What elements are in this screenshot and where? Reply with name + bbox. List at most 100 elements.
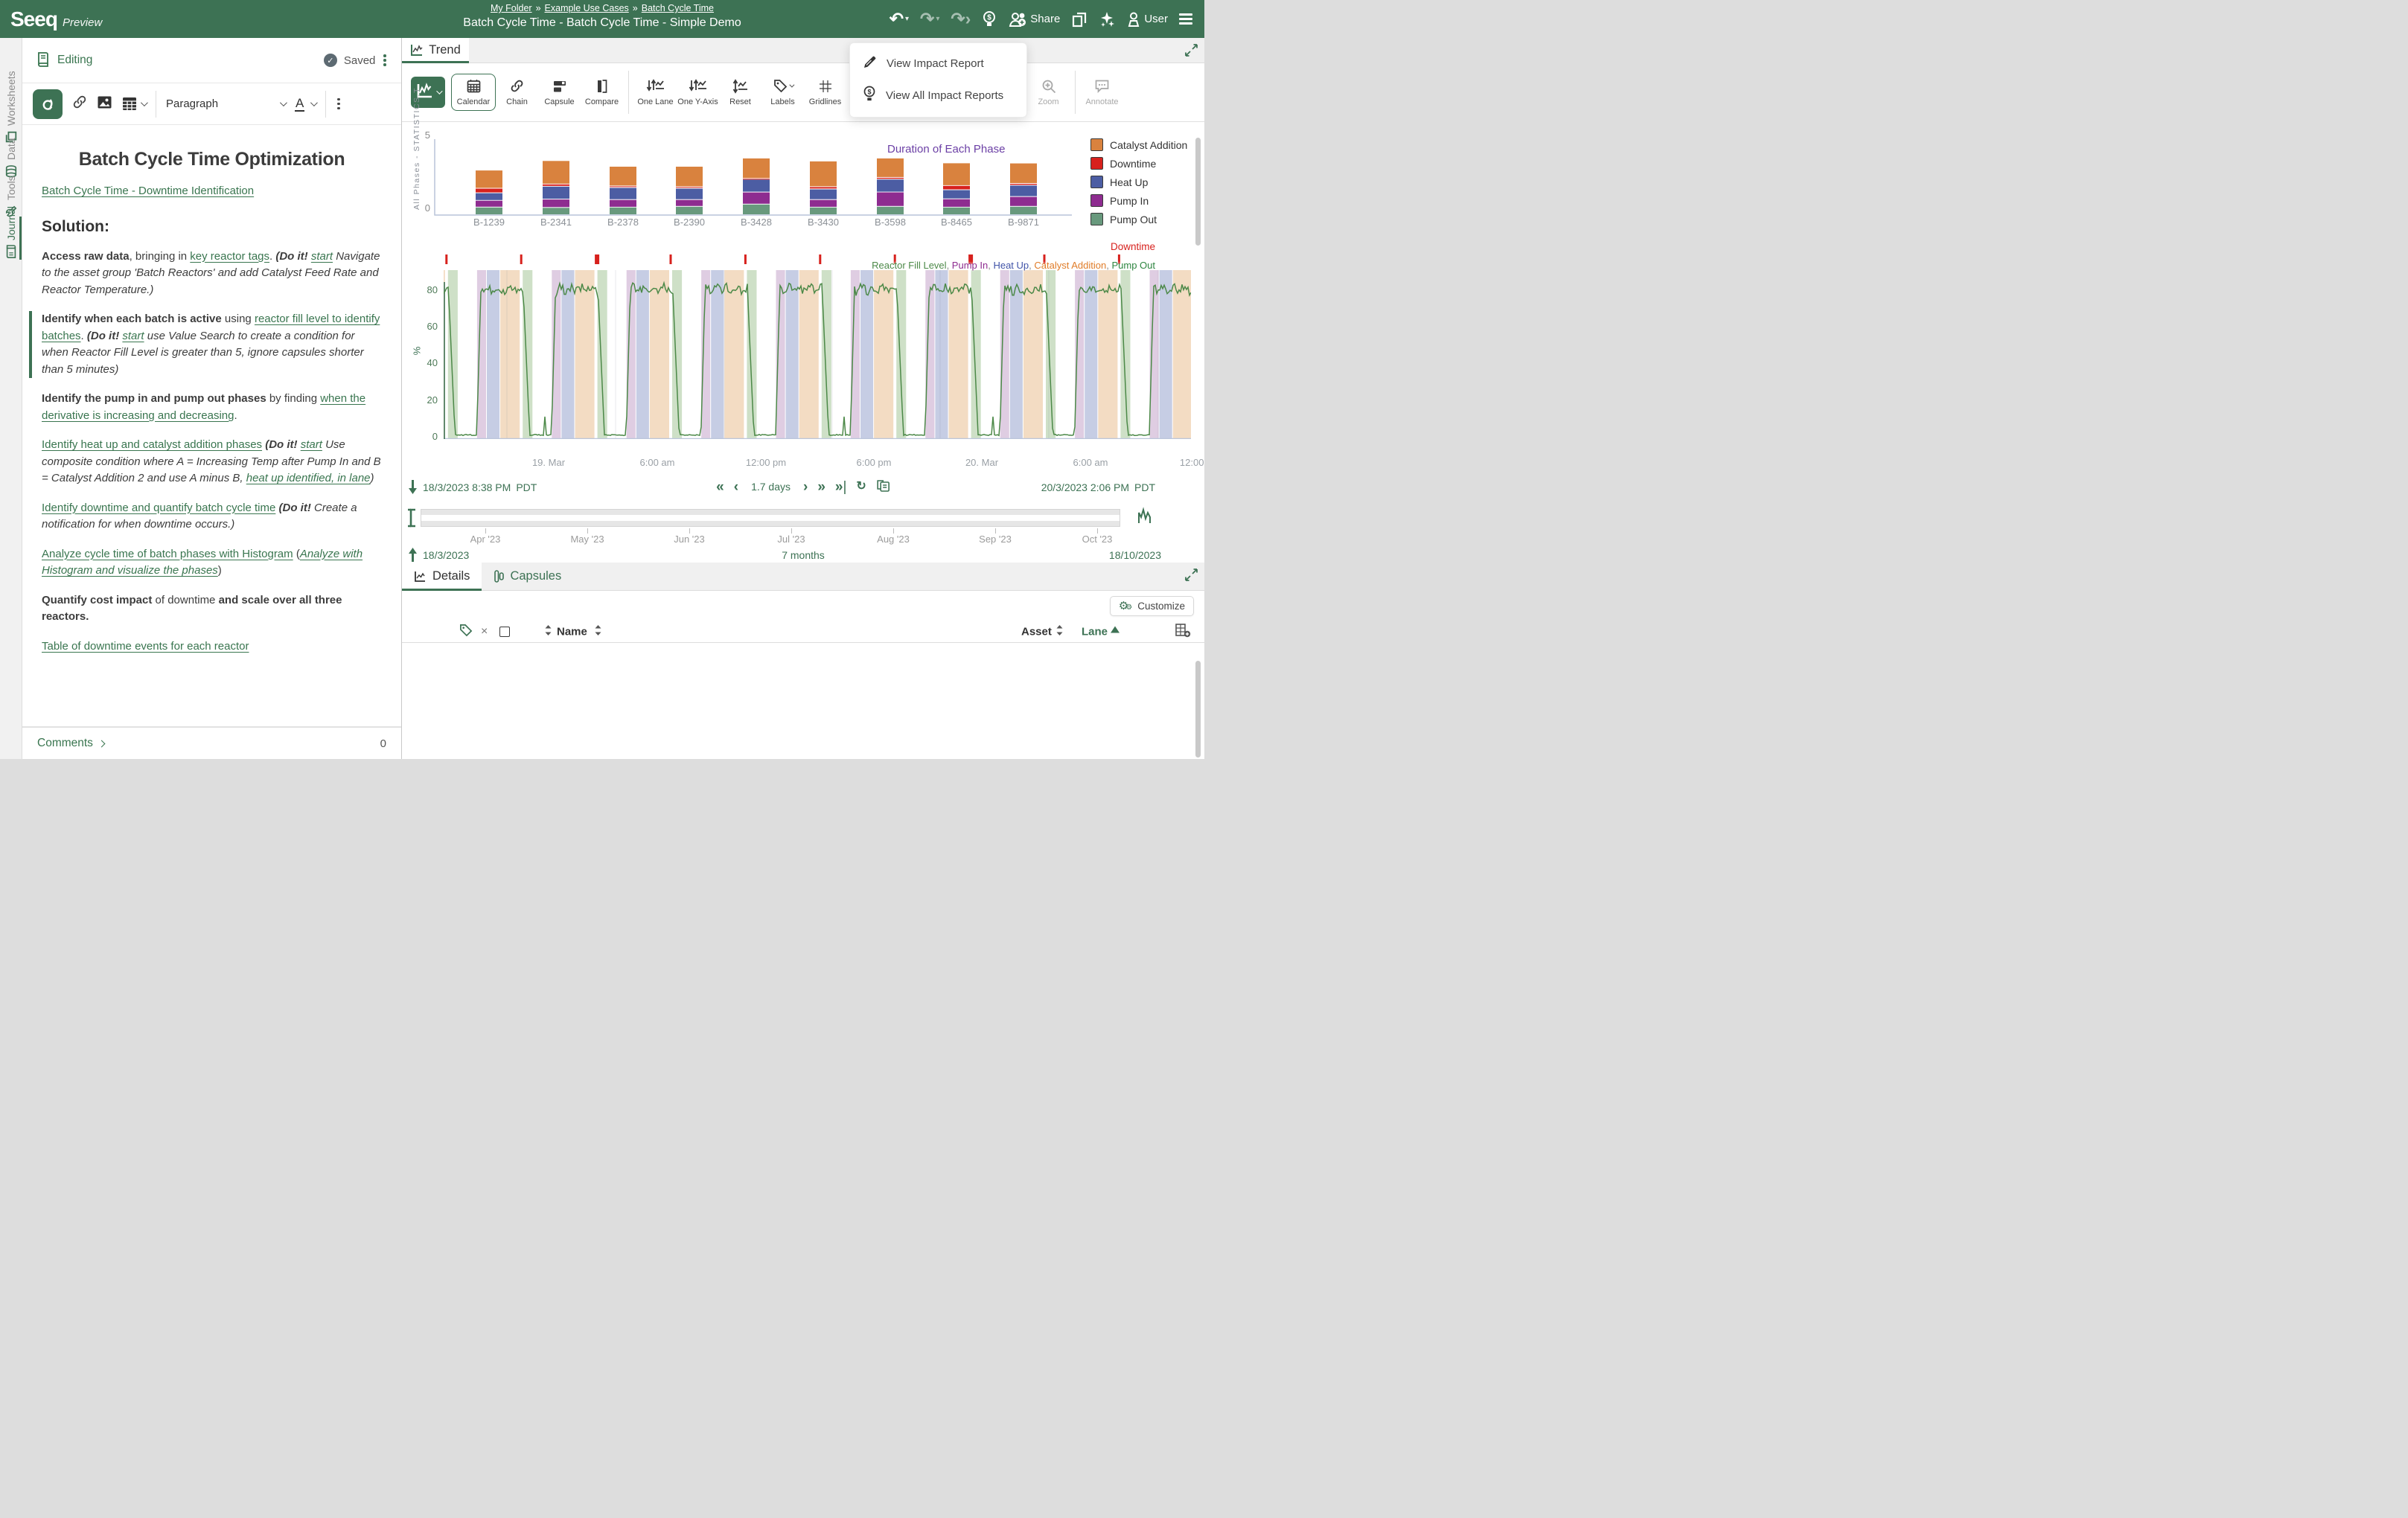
tab-details[interactable]: Details (402, 563, 482, 590)
redo-button[interactable]: ↷▾ (920, 10, 939, 28)
toolbar-overflow-button[interactable] (336, 97, 342, 112)
document-link[interactable]: start (311, 250, 333, 263)
sidebar-item-data[interactable]: Data (0, 147, 22, 178)
insert-image-icon[interactable] (97, 95, 112, 113)
remove-all-icon[interactable]: × (481, 625, 488, 638)
sort-caret-up-icon[interactable] (1111, 623, 1120, 635)
impact-report-icon[interactable]: $ (982, 10, 997, 28)
sort-icon[interactable] (594, 624, 602, 639)
reactor-fill-level-chart[interactable] (444, 252, 1191, 439)
scrollbar-details[interactable] (1195, 661, 1201, 758)
customize-button[interactable]: ⚙⚙ Customize (1110, 596, 1194, 616)
series-label[interactable]: Pump Out (1111, 260, 1155, 271)
column-header-lane[interactable]: Lane (1082, 625, 1108, 638)
ai-assistant-button[interactable] (1099, 10, 1115, 28)
legend-item[interactable]: Downtime (1090, 157, 1187, 170)
document-link[interactable]: start (122, 330, 144, 342)
scrollbar-chart[interactable] (1195, 138, 1201, 246)
document-text: ( (293, 548, 300, 560)
step-back-button[interactable]: ‹ (734, 480, 738, 494)
gridlines-button[interactable]: Gridlines (804, 78, 846, 107)
document-link[interactable]: key reactor tags (190, 250, 269, 263)
journal-menu-button[interactable] (382, 53, 388, 68)
column-header-name[interactable]: Name (557, 625, 587, 638)
sidebar-item-worksheets[interactable]: Worksheets (0, 81, 22, 144)
legend-item[interactable]: Heat Up (1090, 176, 1187, 188)
series-label[interactable]: Catalyst Addition (1034, 260, 1106, 271)
series-label[interactable]: Pump In (952, 260, 988, 271)
investigate-duration[interactable]: 7 months (782, 549, 825, 561)
labels-button[interactable]: Labels (761, 78, 804, 107)
select-all-checkbox[interactable] (499, 627, 510, 637)
document-subtitle-link[interactable]: Batch Cycle Time - Downtime Identificati… (42, 185, 254, 197)
document-text: (Do it! (87, 330, 119, 342)
range-start[interactable]: 18/3/2023 8:38 PMPDT (423, 481, 537, 493)
sort-icon[interactable] (544, 624, 552, 639)
series-label[interactable]: Heat Up (993, 260, 1029, 271)
user-menu[interactable]: User (1126, 11, 1168, 28)
undo-button[interactable]: ↶▾ (890, 10, 909, 28)
investigate-start[interactable]: 18/3/2023 (423, 549, 469, 561)
seeq-ai-button[interactable] (33, 89, 63, 119)
insert-link-icon[interactable] (72, 95, 87, 113)
document-link[interactable]: Identify downtime and quantify batch cyc… (42, 502, 275, 514)
paragraph-style-select[interactable]: Paragraph (166, 97, 285, 110)
forward-all-button[interactable]: ↷› (951, 10, 971, 28)
document-link[interactable]: Analyze cycle time of batch phases with … (42, 548, 293, 560)
step-forward-full-button[interactable]: » (817, 480, 825, 494)
legend-item[interactable]: Pump In (1090, 194, 1187, 207)
seeq-logo[interactable]: Seeq Preview (10, 7, 102, 31)
minimap-icon[interactable] (1137, 507, 1152, 531)
step-forward-button[interactable]: › (803, 480, 808, 494)
sort-icon[interactable] (1056, 624, 1064, 639)
phase-duration-bar-chart[interactable] (402, 129, 1204, 247)
journal-document[interactable]: Batch Cycle Time Optimization Batch Cycl… (22, 125, 401, 726)
menu-item-view-impact-report[interactable]: View Impact Report (850, 48, 1026, 79)
series-label[interactable]: Reactor Fill Level (872, 260, 946, 271)
range-end[interactable]: 20/3/2023 2:06 PMPDT (1041, 481, 1155, 493)
step-to-end-button[interactable]: »| (835, 480, 847, 494)
legend-item[interactable]: Catalyst Addition (1090, 138, 1187, 151)
expand-trend-icon[interactable] (1185, 44, 1198, 60)
one-y-axis-button[interactable]: One Y-Axis (677, 78, 719, 107)
tab-capsules[interactable]: Capsules (482, 563, 573, 590)
investigate-end[interactable]: 18/10/2023 (1109, 549, 1161, 561)
worksheet-panel-button[interactable] (1071, 11, 1088, 28)
scrub-handle-icon[interactable] (406, 507, 420, 533)
document-link[interactable]: Identify heat up and catalyst addition p… (42, 438, 262, 451)
expand-details-icon[interactable] (1185, 569, 1198, 585)
menu-item-view-all-impact-reports[interactable]: $View All Impact Reports (850, 79, 1026, 112)
breadcrumb-link[interactable]: Example Use Cases (545, 3, 629, 13)
add-column-icon[interactable] (1175, 623, 1191, 641)
capsule-button[interactable]: Capsule (538, 78, 581, 107)
column-header-asset[interactable]: Asset (1021, 625, 1052, 638)
hamburger-menu[interactable] (1179, 11, 1192, 27)
tab-trend[interactable]: Trend (402, 38, 469, 63)
comments-toggle[interactable]: Comments (37, 737, 104, 750)
investigate-range-slider[interactable] (421, 509, 1120, 527)
calendar-button[interactable]: Calendar (451, 74, 496, 112)
chain-button[interactable]: Chain (496, 78, 538, 107)
annotate-button[interactable]: Annotate (1081, 78, 1123, 107)
legend-item[interactable]: Pump Out (1090, 213, 1187, 225)
document-link[interactable]: heat up identified, in lane (246, 472, 371, 484)
font-color-control[interactable]: A (295, 96, 316, 112)
zoom-button[interactable]: Zoom (1027, 78, 1070, 107)
breadcrumb-link[interactable]: Batch Cycle Time (642, 3, 714, 13)
bar-category-label: B-3598 (863, 217, 917, 228)
step-back-full-button[interactable]: « (716, 480, 724, 494)
refresh-icon[interactable]: ↻ (856, 481, 866, 493)
breadcrumb-link[interactable]: My Folder (491, 3, 532, 13)
document-link[interactable]: Table of downtime events for each reacto… (42, 640, 249, 653)
reset-button[interactable]: Reset (719, 78, 761, 107)
insert-table-control[interactable] (122, 97, 146, 111)
tag-icon[interactable] (459, 624, 473, 640)
one-lane-button[interactable]: One Lane (634, 78, 677, 107)
editing-mode-label[interactable]: Editing (57, 54, 92, 67)
document-link[interactable]: start (301, 438, 322, 451)
copy-range-icon[interactable] (876, 478, 890, 495)
share-button[interactable]: Share (1008, 11, 1060, 28)
menu-item-label: View All Impact Reports (886, 89, 1003, 102)
compare-button[interactable]: Compare (581, 78, 623, 107)
range-duration[interactable]: 1.7 days (751, 481, 791, 493)
